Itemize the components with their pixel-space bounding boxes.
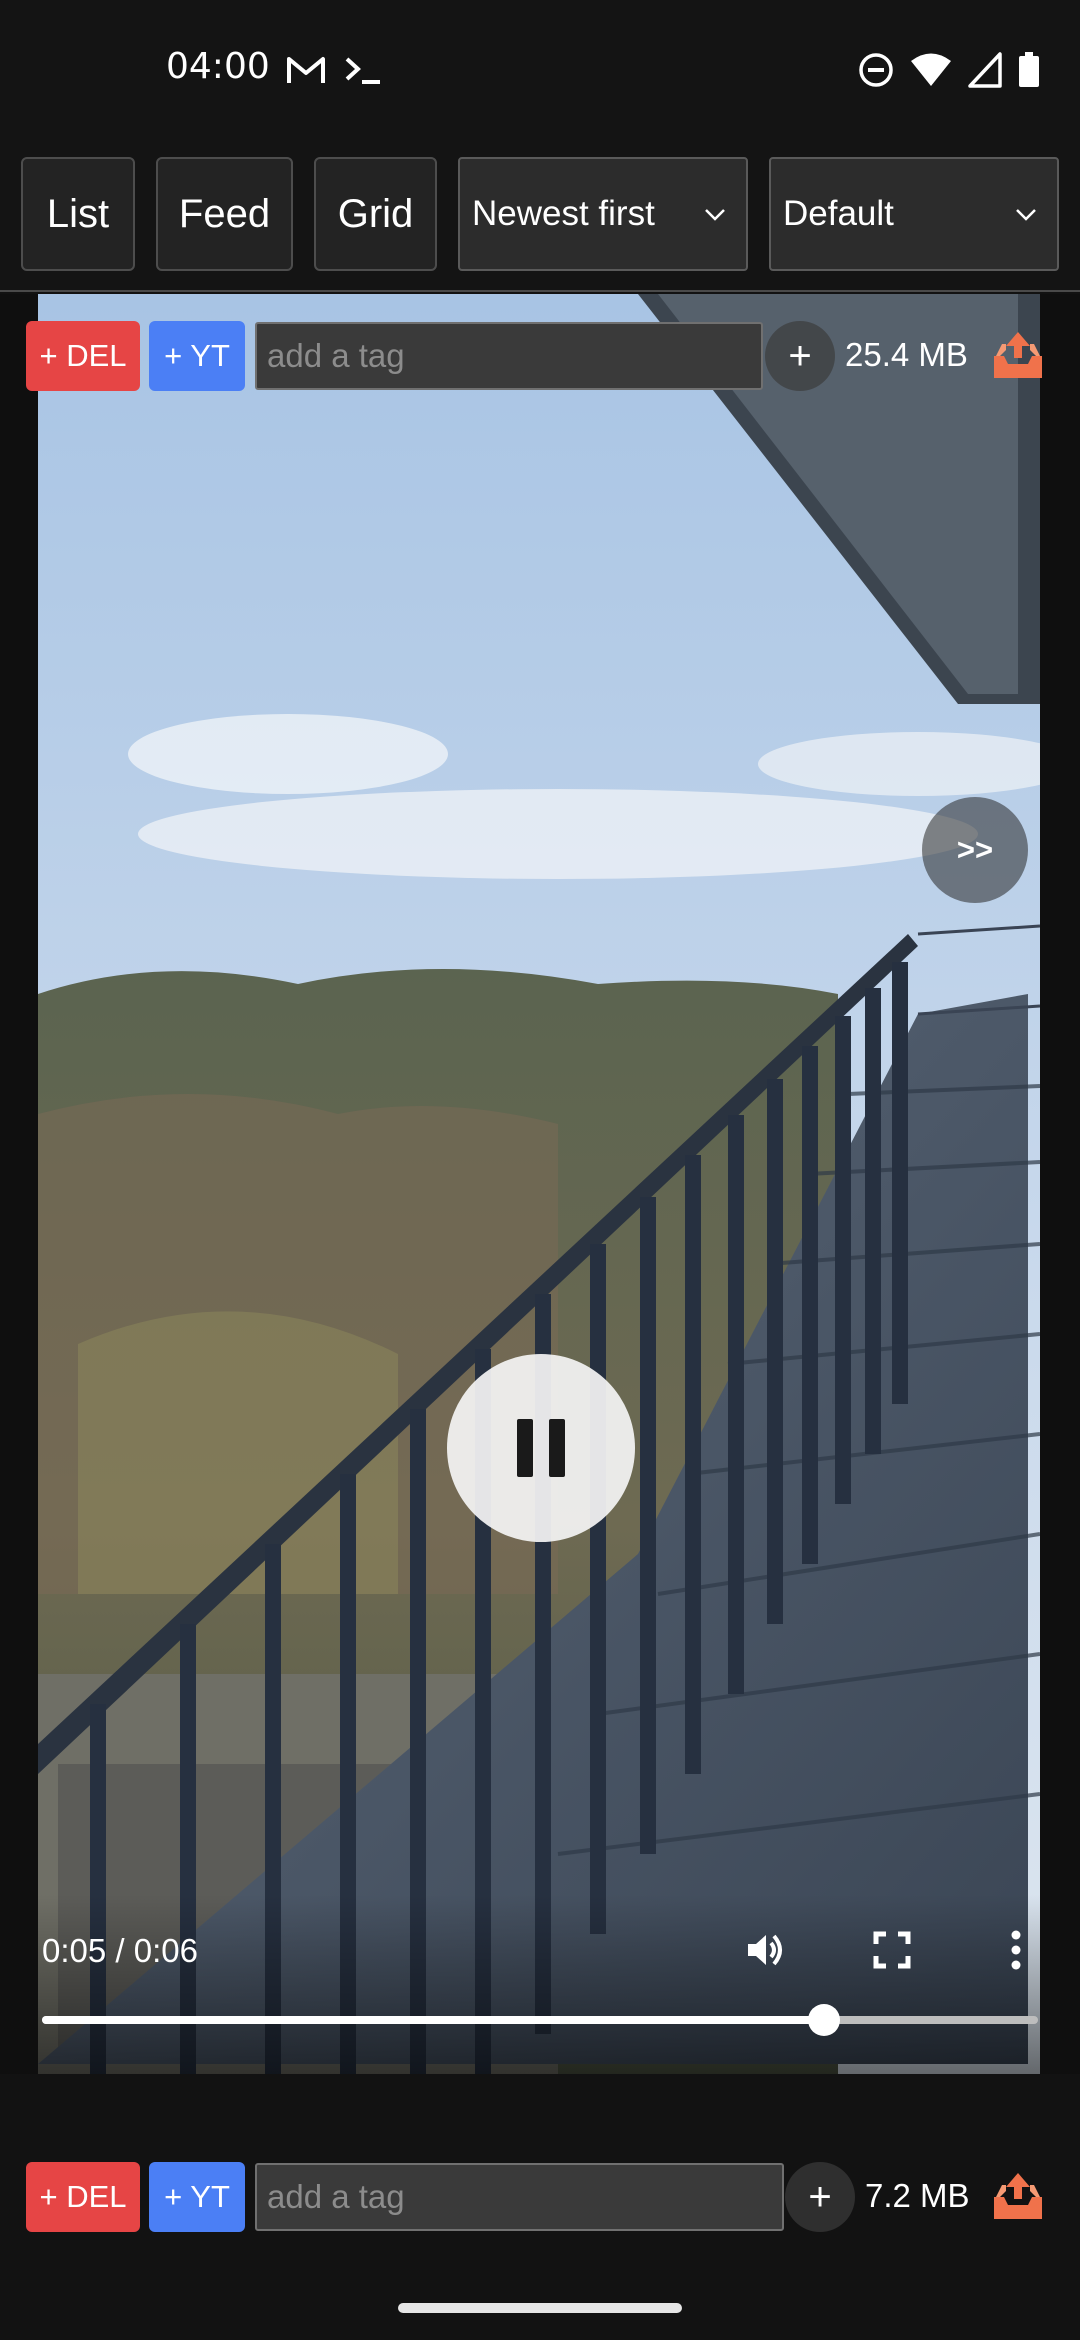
video-progress-thumb[interactable] [807, 2004, 840, 2036]
terminal-icon [345, 57, 380, 84]
wifi-icon [911, 53, 951, 86]
file-size: 25.4 MB [845, 336, 968, 373]
pause-icon-bar [549, 1419, 565, 1477]
signal-icon [968, 52, 1002, 88]
pause-button[interactable] [447, 1354, 635, 1542]
status-time: 04:00 [166, 46, 270, 87]
grid-view-button[interactable]: Grid [314, 157, 437, 271]
upload-tray-icon[interactable] [992, 2171, 1044, 2221]
feed-item: + DEL + YT + 25.4 MB >> 0:05 / 0:06 [0, 294, 1080, 2074]
yt-button[interactable]: + YT [149, 321, 245, 391]
chevron-down-icon [1016, 209, 1036, 221]
sort-select-value: Newest first [472, 194, 655, 233]
toolbar: List Feed Grid Newest first Default [0, 140, 1080, 292]
filter-select[interactable]: Default [769, 157, 1059, 271]
sort-select[interactable]: Newest first [458, 157, 748, 271]
more-options-icon[interactable] [992, 1926, 1040, 1974]
fullscreen-icon[interactable] [868, 1926, 916, 1974]
add-tag-button-label: + [808, 2175, 832, 2219]
pause-icon [517, 1419, 533, 1477]
add-tag-button[interactable]: + [785, 2162, 855, 2232]
upload-tray-icon[interactable] [992, 330, 1044, 380]
tag-input[interactable] [255, 322, 763, 390]
video-time-readout: 0:05 / 0:06 [42, 1932, 198, 1969]
battery-icon [1019, 52, 1039, 87]
video-player[interactable] [38, 294, 1040, 2074]
do-not-disturb-icon [859, 53, 893, 87]
video-progress-fill [42, 2016, 824, 2024]
tag-input[interactable] [255, 2163, 784, 2231]
file-size: 7.2 MB [865, 2177, 970, 2214]
feed-view-button[interactable]: Feed [156, 157, 293, 271]
add-tag-button[interactable]: + [765, 321, 835, 391]
filter-select-value: Default [783, 194, 894, 233]
add-tag-button-label: + [788, 334, 812, 378]
chevron-down-icon [705, 209, 725, 221]
gmail-icon [287, 57, 325, 83]
status-bar: 04:00 [0, 0, 1080, 140]
del-button[interactable]: + DEL [26, 2162, 140, 2232]
video-progress-bar[interactable] [42, 2004, 1038, 2036]
yt-button[interactable]: + YT [149, 2162, 245, 2232]
video-frame [38, 294, 1040, 2074]
list-view-button[interactable]: List [21, 157, 135, 271]
skip-forward-button[interactable]: >> [922, 797, 1028, 903]
home-indicator[interactable] [398, 2303, 682, 2313]
del-button[interactable]: + DEL [26, 321, 140, 391]
volume-icon[interactable] [742, 1926, 790, 1974]
